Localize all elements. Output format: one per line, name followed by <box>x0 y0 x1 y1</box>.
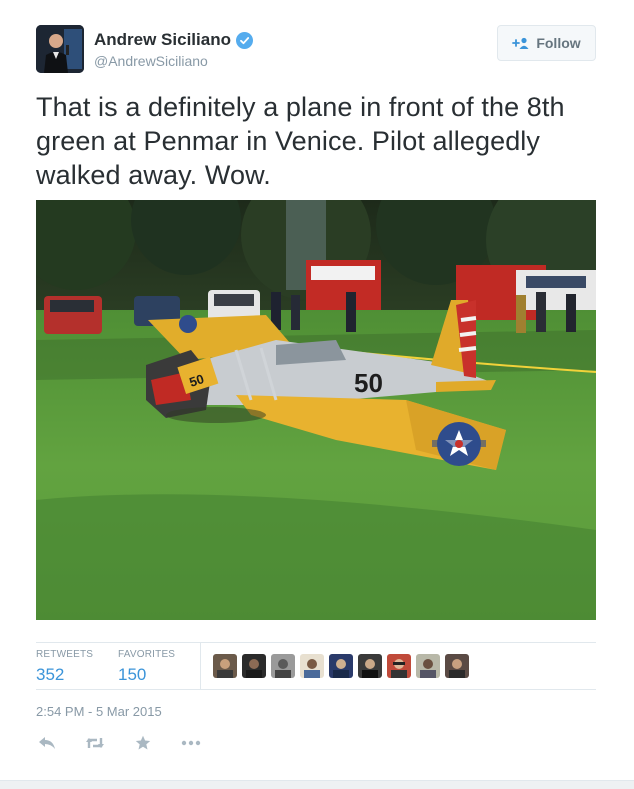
favorited-by-avatars <box>213 654 469 678</box>
avatar[interactable] <box>36 25 84 73</box>
favorites-count[interactable]: 150 <box>118 665 175 685</box>
stats-bottom-divider <box>36 689 596 690</box>
plane-crash-photo: 50 50 <box>36 200 596 620</box>
more-icon[interactable] <box>180 733 202 753</box>
card-footer-strip <box>0 780 634 789</box>
favoriter-avatar[interactable] <box>358 654 382 678</box>
reply-icon[interactable] <box>36 733 58 753</box>
retweets-label: RETWEETS <box>36 649 94 660</box>
favorite-icon[interactable] <box>132 733 154 753</box>
tweet-text: That is a definitely a plane in front of… <box>36 92 565 190</box>
retweets-count[interactable]: 352 <box>36 665 93 685</box>
favoriter-avatar[interactable] <box>329 654 353 678</box>
author-name[interactable]: Andrew Siciliano <box>94 30 231 50</box>
tweet-card: Andrew Siciliano @AndrewSiciliano Follow… <box>0 0 634 789</box>
favoriter-avatar[interactable] <box>445 654 469 678</box>
add-user-icon <box>512 37 530 49</box>
verified-badge-icon <box>235 31 253 49</box>
favorites-label: FAVORITES <box>118 649 176 660</box>
author-name-row[interactable]: Andrew Siciliano <box>94 30 253 50</box>
retweet-icon[interactable] <box>84 733 106 753</box>
author-handle[interactable]: @AndrewSiciliano <box>94 53 208 69</box>
favoriter-avatar[interactable] <box>271 654 295 678</box>
retweets-stat[interactable]: RETWEETS 352 <box>36 649 93 685</box>
stats-top-divider <box>36 642 596 643</box>
favoriter-avatar[interactable] <box>242 654 266 678</box>
favorites-stat[interactable]: FAVORITES 150 <box>118 649 175 685</box>
svg-text:50: 50 <box>354 368 383 398</box>
stats-separator <box>200 643 201 689</box>
follow-label: Follow <box>536 35 581 51</box>
tweet-photo[interactable]: 50 50 <box>36 200 596 620</box>
tweet-actions <box>36 733 202 753</box>
tweet-timestamp[interactable]: 2:54 PM - 5 Mar 2015 <box>36 704 162 719</box>
follow-button[interactable]: Follow <box>497 25 596 61</box>
favoriter-avatar[interactable] <box>416 654 440 678</box>
favoriter-avatar[interactable] <box>300 654 324 678</box>
favoriter-avatar[interactable] <box>213 654 237 678</box>
favoriter-avatar[interactable] <box>387 654 411 678</box>
